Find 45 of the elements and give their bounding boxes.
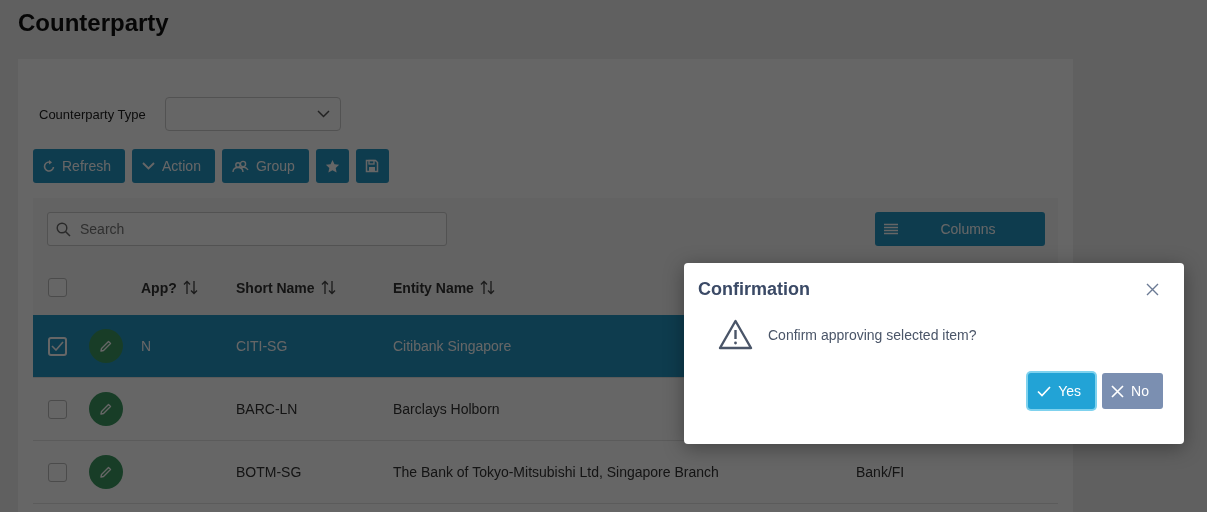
close-icon xyxy=(1146,283,1159,296)
dialog-message: Confirm approving selected item? xyxy=(768,326,977,343)
pencil-icon xyxy=(99,339,113,353)
table-cell: Citibank Singapore xyxy=(393,338,512,354)
column-header[interactable]: Entity Name xyxy=(393,279,474,296)
close-icon xyxy=(1111,384,1125,398)
save-icon[interactable] xyxy=(355,149,389,183)
sort-icon[interactable] xyxy=(182,280,198,295)
counterparty-type-dropdown[interactable] xyxy=(164,97,341,131)
dialog-title: Confirmation xyxy=(698,279,810,300)
page-title: Counterparty xyxy=(18,9,169,37)
list-icon xyxy=(883,223,899,235)
sort-icon[interactable] xyxy=(479,280,495,295)
refresh-button[interactable]: Refresh xyxy=(33,149,126,183)
table-cell: CITI-SG xyxy=(236,338,288,354)
table-cell: Bank/FI xyxy=(856,464,905,480)
columns-button[interactable]: Columns xyxy=(875,212,1045,246)
search-icon xyxy=(56,222,71,237)
action-button[interactable]: Action xyxy=(132,149,215,183)
table-cell: The Bank of Tokyo-Mitsubishi Ltd, Singapore Branch xyxy=(393,464,719,480)
edit-button[interactable] xyxy=(89,329,123,363)
edit-button[interactable] xyxy=(89,455,123,489)
pencil-icon xyxy=(99,402,113,416)
sort-icon[interactable] xyxy=(320,280,336,295)
row-checkbox[interactable] xyxy=(48,399,67,419)
pencil-icon xyxy=(99,465,113,479)
filter-label: Counterparty Type xyxy=(39,106,146,122)
edit-button[interactable] xyxy=(89,392,123,426)
select-all-checkbox[interactable] xyxy=(48,278,67,297)
column-header[interactable]: App? xyxy=(141,279,177,296)
users-icon xyxy=(231,159,249,173)
warning-icon xyxy=(718,319,753,350)
column-header[interactable]: Short Name xyxy=(236,279,315,296)
table-cell: BOTM-SG xyxy=(236,464,302,480)
group-button[interactable]: Group xyxy=(221,149,309,183)
chevron-down-icon xyxy=(142,162,156,170)
row-checkbox[interactable] xyxy=(48,462,67,482)
table-cell: N xyxy=(141,338,152,354)
yes-button[interactable]: Yes xyxy=(1028,373,1096,409)
refresh-icon xyxy=(43,159,55,173)
table-cell: BARC-LN xyxy=(236,401,298,417)
no-button[interactable]: No xyxy=(1102,373,1163,409)
table-cell: Barclays Holborn xyxy=(393,401,500,417)
chevron-down-icon xyxy=(316,110,330,118)
check-icon xyxy=(1037,385,1052,397)
